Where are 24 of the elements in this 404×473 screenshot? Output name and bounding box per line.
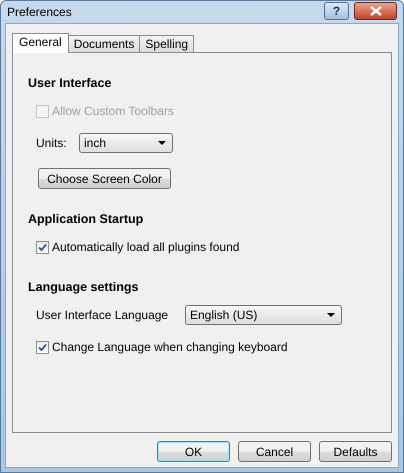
- checkbox[interactable]: Automatically load all plugins found: [36, 240, 240, 254]
- dialog-button[interactable]: Cancel: [238, 441, 311, 462]
- dropdown[interactable]: English (US): [185, 305, 342, 325]
- caret-icon: [158, 141, 166, 145]
- section-heading: Application Startup: [28, 211, 144, 227]
- field-label: User Interface Language: [36, 308, 170, 322]
- window-title: Preferences: [7, 5, 72, 19]
- close-icon: [368, 6, 382, 16]
- checkmark-icon: [38, 342, 47, 352]
- checkmark-icon: [38, 242, 47, 252]
- help-button[interactable]: ?: [324, 2, 349, 20]
- dropdown[interactable]: inch: [79, 133, 173, 153]
- close-button[interactable]: [354, 2, 397, 20]
- dialog-button[interactable]: OK: [157, 441, 230, 462]
- checkbox[interactable]: Change Language when changing keyboard: [36, 340, 288, 354]
- caret-icon: [327, 313, 335, 317]
- tab[interactable]: General: [12, 33, 69, 53]
- field-label: Units:: [36, 136, 68, 150]
- tab[interactable]: Spelling: [139, 35, 194, 52]
- section-heading: User Interface: [28, 75, 112, 91]
- tab[interactable]: Documents: [68, 35, 140, 52]
- dialog-button[interactable]: Defaults: [319, 441, 392, 462]
- section-heading: Language settings: [28, 279, 140, 295]
- choose-color-button[interactable]: Choose Screen Color: [38, 168, 171, 189]
